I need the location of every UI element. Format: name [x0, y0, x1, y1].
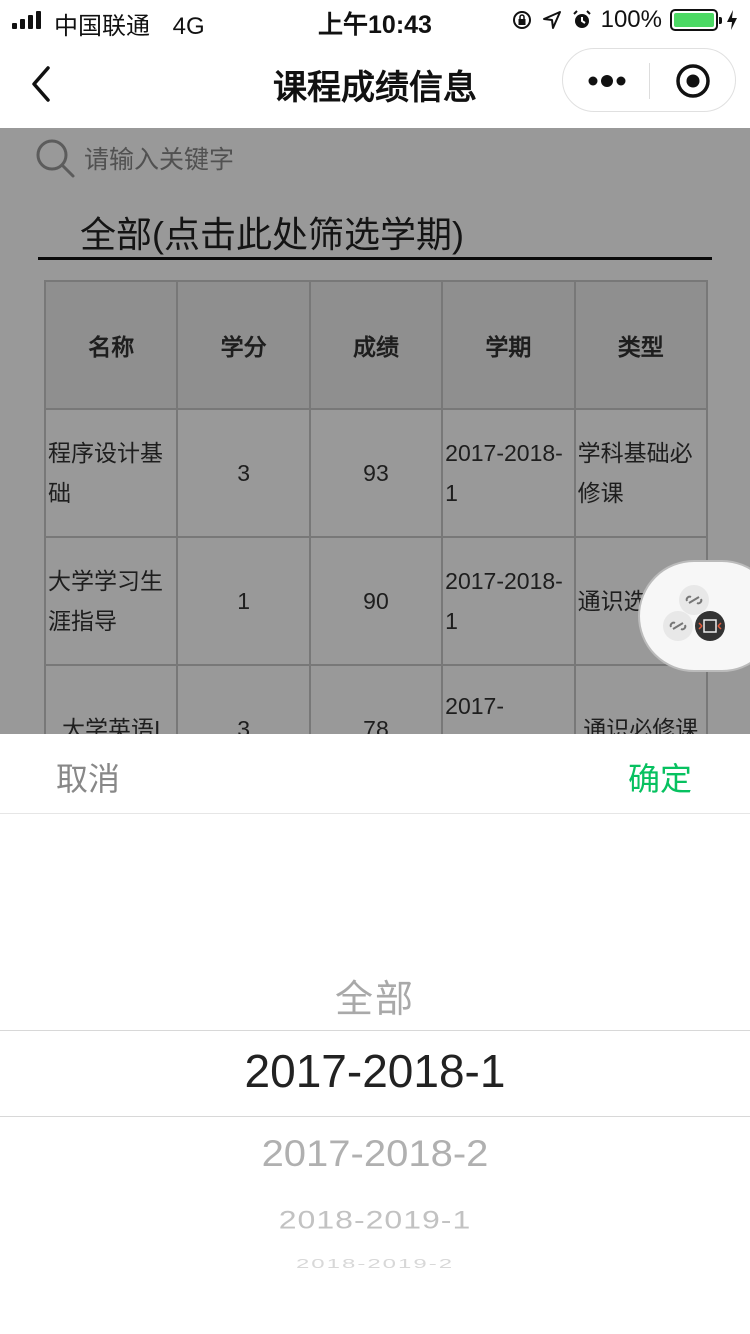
rotation-lock-icon	[512, 11, 531, 29]
alarm-icon	[572, 10, 591, 28]
confirm-button[interactable]: 确定	[628, 754, 692, 800]
floating-tool-button[interactable]	[638, 560, 750, 672]
capsule-divider	[649, 63, 650, 99]
battery-percent: 100%	[600, 6, 662, 33]
link-icon	[663, 611, 693, 641]
battery-icon	[670, 9, 722, 31]
page-content: 请输入关键字 全部(点击此处筛选学期) 名称 学分 成绩 学期 类型 程序设计基…	[0, 128, 750, 734]
modal-overlay[interactable]	[0, 128, 750, 734]
term-picker: 取消 确定 全部 2017-2018-1 2017-2018-2 2018-20…	[0, 734, 750, 1334]
navigation-bar: 课程成绩信息	[0, 40, 750, 128]
status-bar: 中国联通 4G 上午10:43 100%	[0, 0, 750, 40]
picker-option-selected[interactable]: 2017-2018-1	[0, 1044, 750, 1098]
picker-option[interactable]: 2017-2018-2	[0, 1134, 750, 1175]
cancel-button[interactable]: 取消	[56, 754, 120, 800]
picker-option[interactable]: 2018-2019-1	[0, 1206, 750, 1235]
status-indicators: 100%	[511, 6, 738, 34]
picker-indicator-bottom	[0, 1116, 750, 1117]
code-icon	[695, 611, 725, 641]
charging-bolt-icon	[727, 10, 737, 30]
picker-header: 取消 确定	[0, 734, 750, 814]
picker-option[interactable]: 2018-2019-2	[0, 1256, 750, 1271]
picker-option[interactable]: 全部	[0, 968, 750, 1023]
location-icon	[542, 11, 561, 29]
more-dots-icon[interactable]	[587, 71, 627, 91]
mini-program-capsule	[562, 48, 736, 112]
picker-indicator-top	[0, 1030, 750, 1031]
picker-wheel[interactable]: 全部 2017-2018-1 2017-2018-2 2018-2019-1 2…	[0, 814, 750, 1334]
close-target-icon[interactable]	[675, 63, 711, 99]
